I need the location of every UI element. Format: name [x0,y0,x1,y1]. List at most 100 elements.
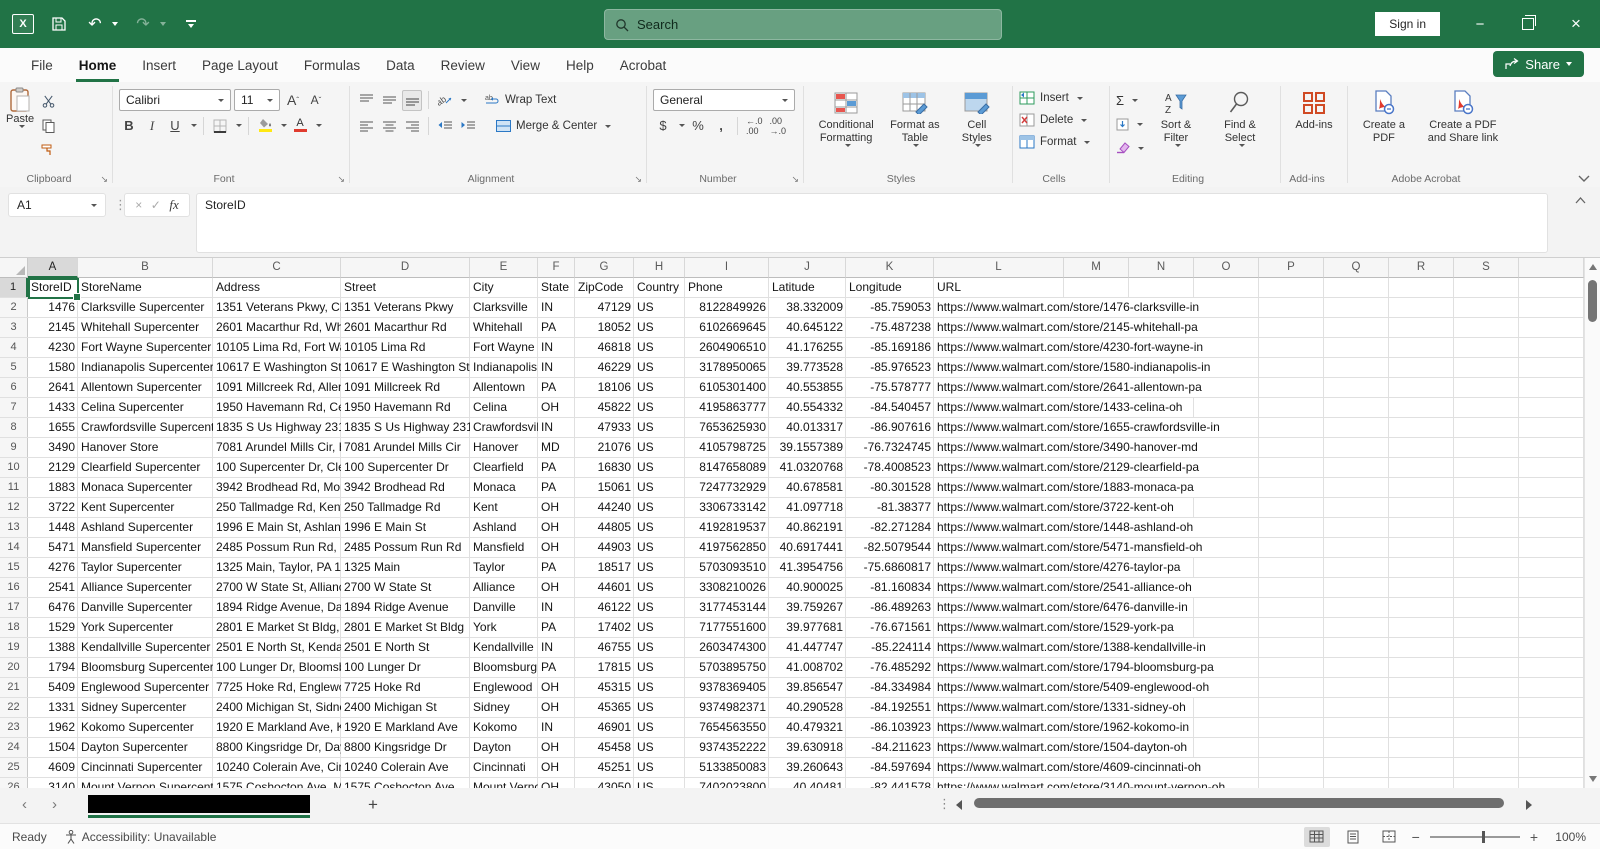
cell[interactable]: Dayton [470,738,538,757]
zoom-out-icon[interactable]: − [1412,829,1420,845]
cell[interactable]: 40.900025 [769,578,846,597]
cell[interactable]: US [634,618,685,637]
tab-acrobat[interactable]: Acrobat [607,48,680,82]
row-header-14[interactable]: 14 [0,538,28,557]
cell[interactable]: 1794 [28,658,78,677]
cell[interactable]: US [634,378,685,397]
cell[interactable]: Country [634,278,685,297]
column-header-E[interactable]: E [470,258,538,278]
cell[interactable]: US [634,558,685,577]
cell[interactable]: -78.4008523 [846,458,934,477]
cell[interactable]: 46229 [575,358,634,377]
decrease-indent-icon[interactable] [435,116,455,137]
cell[interactable]: 250 Tallmadge Rd, Kent, OH [213,498,341,517]
addins-button[interactable]: Add-ins [1280,87,1348,135]
cell[interactable]: 7247732929 [685,478,769,497]
cell[interactable]: OH [538,518,575,537]
vertical-scroll-thumb[interactable] [1588,280,1597,322]
scroll-right-icon[interactable] [1526,800,1532,810]
cell[interactable]: MD [538,438,575,457]
normal-view-button[interactable] [1303,826,1330,847]
redo-button[interactable]: ↷ [132,13,154,35]
cell[interactable]: https://www.walmart.com/store/2641-allen… [934,378,1206,397]
cell[interactable]: Sidney [470,698,538,717]
cell[interactable]: 2601 Macarthur Rd [341,318,470,337]
cell[interactable]: 1504 [28,738,78,757]
cell[interactable]: 3942 Brodhead Rd, Monaca, PA [213,478,341,497]
align-left-icon[interactable] [356,116,376,137]
orientation-icon[interactable]: ab [435,90,455,111]
cell[interactable]: IN [538,638,575,657]
alignment-dialog-launcher-icon[interactable]: ↘ [634,174,642,185]
row-header-25[interactable]: 25 [0,758,28,777]
cell[interactable]: 3177453144 [685,598,769,617]
cell[interactable]: 1476 [28,298,78,317]
cell[interactable]: -76.7324745 [846,438,934,457]
tab-help[interactable]: Help [553,48,607,82]
font-color-icon[interactable]: A [290,115,310,136]
redo-dropdown-icon[interactable] [160,22,166,26]
cell[interactable]: 44240 [575,498,634,517]
cell[interactable]: Kokomo [470,718,538,737]
underline-dropdown-icon[interactable] [191,124,197,127]
cell[interactable]: 6476 [28,598,78,617]
cell[interactable]: 2145 [28,318,78,337]
sort-filter-button[interactable]: AZ Sort & Filter [1144,87,1208,171]
cell[interactable]: US [634,638,685,657]
undo-button[interactable]: ↶ [84,13,106,35]
row-header-11[interactable]: 11 [0,478,28,497]
cell[interactable]: 3178950065 [685,358,769,377]
cell[interactable]: https://www.walmart.com/store/2129-clear… [934,458,1204,477]
column-header-A[interactable]: A [28,258,78,278]
cell[interactable]: Clearfield [470,458,538,477]
cell[interactable]: Mansfield Supercenter [78,538,213,557]
cell[interactable]: Address [213,278,341,297]
cell[interactable]: Bloomsburg Supercenter [78,658,213,677]
cell[interactable]: 4192819537 [685,518,769,537]
cell[interactable]: https://www.walmart.com/store/4276-taylo… [934,558,1185,577]
cell[interactable]: 40.479321 [769,718,846,737]
cell[interactable]: -76.671561 [846,618,934,637]
align-bottom-icon[interactable] [402,89,422,111]
cell[interactable]: https://www.walmart.com/store/1448-ashla… [934,518,1198,537]
column-header-N[interactable]: N [1129,258,1194,278]
sheet-next-icon[interactable]: › [52,796,57,813]
page-layout-view-button[interactable] [1340,827,1366,847]
cell[interactable]: 4609 [28,758,78,777]
tab-file[interactable]: File [18,48,66,82]
cell[interactable]: -85.976523 [846,358,934,377]
cell[interactable]: 40.553855 [769,378,846,397]
clear-button[interactable] [1116,137,1144,159]
row-header-18[interactable]: 18 [0,618,28,637]
cell[interactable]: 2485 Possum Run Rd, Mansfield, OH [213,538,341,557]
cell[interactable]: 1655 [28,418,78,437]
row-header-1[interactable]: 1 [0,278,28,297]
cell[interactable]: 5703093510 [685,558,769,577]
cell[interactable]: 2400 Michigan St, Sidney, OH [213,698,341,717]
confirm-entry-icon[interactable]: ✓ [151,198,161,212]
scroll-down-icon[interactable] [1589,776,1597,782]
cell[interactable]: OH [538,738,575,757]
cell[interactable]: Allentown [470,378,538,397]
cell[interactable]: US [634,738,685,757]
cell[interactable]: 41.447747 [769,638,846,657]
bold-button[interactable]: B [119,115,139,136]
cell[interactable]: 1580 [28,358,78,377]
cell[interactable]: Cincinnati Supercenter [78,758,213,777]
cell[interactable]: Mount Vernon Supercenter [78,778,213,788]
cell[interactable]: 2501 E North St, Kendallville, IN [213,638,341,657]
cell[interactable]: https://www.walmart.com/store/1794-bloom… [934,658,1218,677]
cell[interactable]: 40.645122 [769,318,846,337]
cell[interactable]: 18106 [575,378,634,397]
cell[interactable]: 45365 [575,698,634,717]
cell[interactable]: https://www.walmart.com/store/3490-hanov… [934,438,1202,457]
cell[interactable]: https://www.walmart.com/store/1962-kokom… [934,718,1194,737]
cell[interactable]: 18052 [575,318,634,337]
borders-icon[interactable] [210,115,230,136]
cell[interactable]: 15061 [575,478,634,497]
merge-center-button[interactable]: Merge & Center [496,115,612,137]
cell[interactable]: IN [538,298,575,317]
cell[interactable]: Kendallville [470,638,538,657]
cell[interactable]: -86.103923 [846,718,934,737]
cell[interactable]: Englewood [470,678,538,697]
